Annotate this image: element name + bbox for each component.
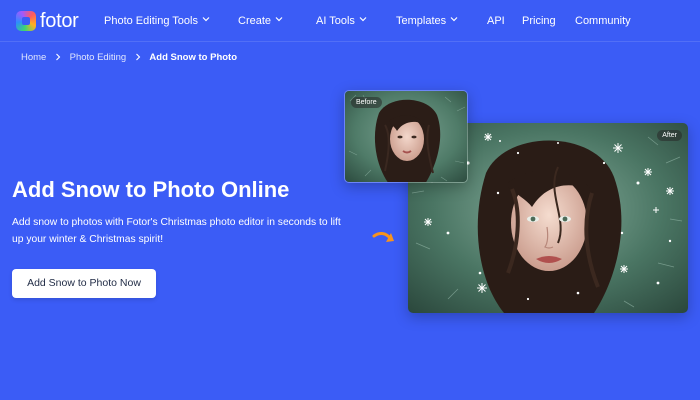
page-subtitle: Add snow to photos with Fotor's Christma… xyxy=(12,217,341,245)
top-navigation: fotor Photo Editing Tools Create AI Tool… xyxy=(0,0,700,42)
curved-arrow-icon xyxy=(372,228,400,246)
chevron-right-icon xyxy=(55,51,61,65)
nav-label: Create xyxy=(238,15,272,27)
chevron-down-icon xyxy=(359,15,367,23)
breadcrumb-home[interactable]: Home xyxy=(21,51,46,65)
nav-photo-editing-tools[interactable]: Photo Editing Tools xyxy=(104,14,210,28)
chevron-down-icon xyxy=(275,15,283,23)
breadcrumb-photo-editing[interactable]: Photo Editing xyxy=(70,51,127,65)
nav-label: Templates xyxy=(396,15,447,27)
after-label: After xyxy=(657,130,682,141)
nav-templates[interactable]: Templates xyxy=(396,14,458,28)
nav-label: API xyxy=(487,15,505,27)
before-label: Before xyxy=(351,97,382,108)
nav-ai-tools[interactable]: AI Tools xyxy=(316,14,367,28)
nav-pricing[interactable]: Pricing xyxy=(522,14,556,28)
brand-name: fotor xyxy=(40,10,79,32)
add-snow-cta-button[interactable]: Add Snow to Photo Now xyxy=(12,269,156,298)
nav-label: Pricing xyxy=(522,15,556,27)
chevron-down-icon xyxy=(450,15,458,23)
nav-api[interactable]: API xyxy=(487,14,505,28)
nav-label: Community xyxy=(575,15,631,27)
nav-label: AI Tools xyxy=(316,15,355,27)
chevron-down-icon xyxy=(202,15,210,23)
before-photo: Before xyxy=(344,90,468,183)
nav-create[interactable]: Create xyxy=(238,14,283,28)
chevron-right-icon xyxy=(135,51,141,65)
nav-label: Photo Editing Tools xyxy=(104,15,198,27)
fotor-logo-icon xyxy=(16,11,36,31)
fotor-logo[interactable]: fotor xyxy=(16,10,79,32)
breadcrumb: Home Photo Editing Add Snow to Photo xyxy=(21,51,237,65)
page-title: Add Snow to Photo Online xyxy=(12,177,290,202)
nav-community[interactable]: Community xyxy=(575,14,631,28)
breadcrumb-current: Add Snow to Photo xyxy=(149,52,238,63)
